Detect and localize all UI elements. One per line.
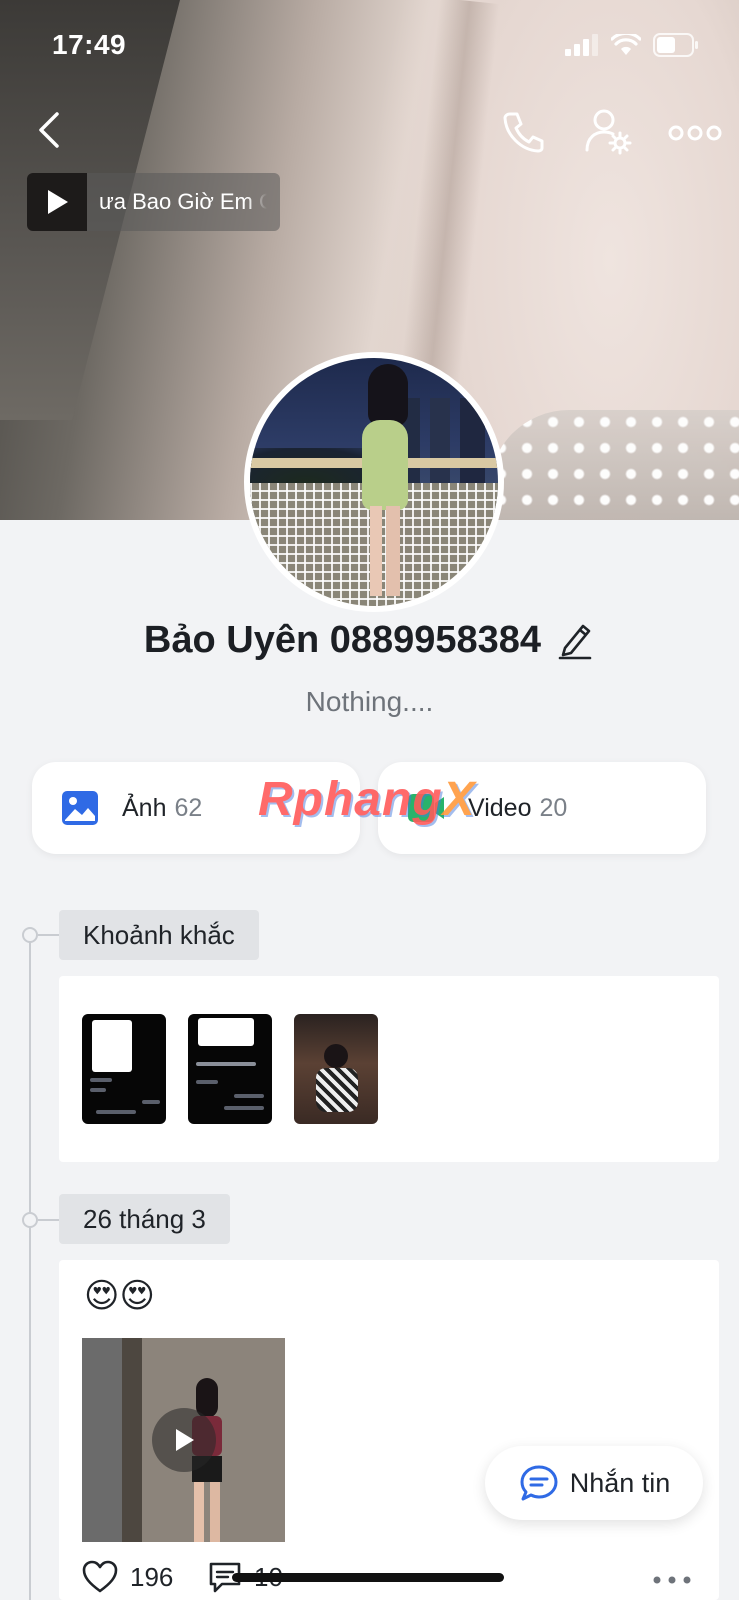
moment-chat-line xyxy=(90,1078,112,1082)
music-title: ưa Bao Giờ Em C xyxy=(99,189,267,214)
timeline-tick xyxy=(38,1219,60,1221)
timeline-line xyxy=(29,935,31,1600)
moment-chat-line xyxy=(96,1110,136,1114)
moment-thumbnail[interactable] xyxy=(82,1014,166,1124)
moment-chat-line xyxy=(224,1106,264,1110)
profile-status: Nothing.... xyxy=(305,686,434,717)
back-arrow-icon xyxy=(39,112,59,148)
profile-music-chip[interactable]: ưa Bao Giờ Em C xyxy=(27,173,280,231)
battery-icon xyxy=(653,33,698,57)
edit-name-button[interactable] xyxy=(555,618,595,662)
moments-section-label: Khoảnh khắc xyxy=(59,910,259,960)
status-icons xyxy=(565,33,699,57)
video-icon xyxy=(408,794,444,822)
profile-name-row: Bảo Uyên 0889958384 xyxy=(0,612,739,668)
user-settings-icon xyxy=(585,109,632,155)
moment-chat-window xyxy=(198,1018,254,1046)
nav-bar xyxy=(0,100,739,160)
avatar[interactable] xyxy=(244,352,504,612)
timeline-dot xyxy=(22,1212,38,1228)
like-count: 196 xyxy=(130,1561,174,1592)
more-options-button[interactable] xyxy=(668,106,722,156)
phone-icon xyxy=(503,112,544,153)
avatar-person-dress xyxy=(362,420,408,510)
profile-name: Bảo Uyên 0889958384 xyxy=(143,618,542,661)
post-caption: 😍😍 xyxy=(84,1277,155,1315)
send-message-button[interactable]: Nhắn tin xyxy=(485,1446,703,1520)
avatar-person-hair xyxy=(368,364,408,426)
moment-chat-line xyxy=(142,1100,160,1104)
moment-chat-line xyxy=(90,1088,106,1092)
video-play-button[interactable] xyxy=(152,1408,216,1472)
chat-bubble-icon xyxy=(520,1465,558,1501)
cellular-signal-icon xyxy=(565,34,598,56)
like-button[interactable]: 196 xyxy=(82,1560,173,1594)
videos-card[interactable]: Video 20 xyxy=(378,762,706,854)
timeline-tick xyxy=(38,934,60,936)
profile-settings-button[interactable] xyxy=(584,106,634,156)
date-section-label: 26 tháng 3 xyxy=(59,1194,230,1244)
moment-chat-line xyxy=(234,1094,264,1098)
status-time: 17:49 xyxy=(52,29,127,60)
more-dots-icon xyxy=(668,125,722,141)
moment-chat-line xyxy=(196,1080,218,1084)
send-message-label: Nhắn tin xyxy=(569,1467,671,1498)
profile-page: 17:49 ưa Bao Giờ Em C Bảo Uyên 088995838… xyxy=(0,0,739,1600)
videos-label: Video xyxy=(468,793,532,822)
moment-thumbnail[interactable] xyxy=(188,1014,272,1124)
call-button[interactable] xyxy=(498,106,548,156)
moment-chat-line xyxy=(196,1062,256,1066)
photos-label: Ảnh xyxy=(122,793,167,822)
status-bar: 17:49 xyxy=(0,0,739,90)
heart-icon xyxy=(82,1560,118,1593)
videos-count: 20 xyxy=(539,793,568,822)
play-icon xyxy=(48,190,68,214)
image-icon xyxy=(62,791,98,825)
post-more-icon[interactable] xyxy=(652,1570,692,1590)
moment-person-outfit xyxy=(316,1068,358,1112)
back-button[interactable] xyxy=(26,106,70,154)
moment-chat-window xyxy=(92,1020,132,1072)
play-icon xyxy=(176,1429,194,1451)
home-indicator[interactable] xyxy=(232,1573,504,1582)
moment-thumbnail[interactable] xyxy=(294,1014,378,1124)
timeline-dot xyxy=(22,927,38,943)
music-thumbnail xyxy=(27,173,87,231)
cover-lace-detail xyxy=(489,410,739,520)
photos-count: 62 xyxy=(174,793,203,822)
wifi-icon xyxy=(611,34,641,55)
moment-person-hair xyxy=(324,1044,348,1068)
avatar-person-legs xyxy=(370,506,400,596)
edit-pencil-icon xyxy=(558,624,592,660)
photos-card[interactable]: Ảnh 62 xyxy=(32,762,360,854)
post-video-thumbnail[interactable] xyxy=(82,1338,285,1542)
